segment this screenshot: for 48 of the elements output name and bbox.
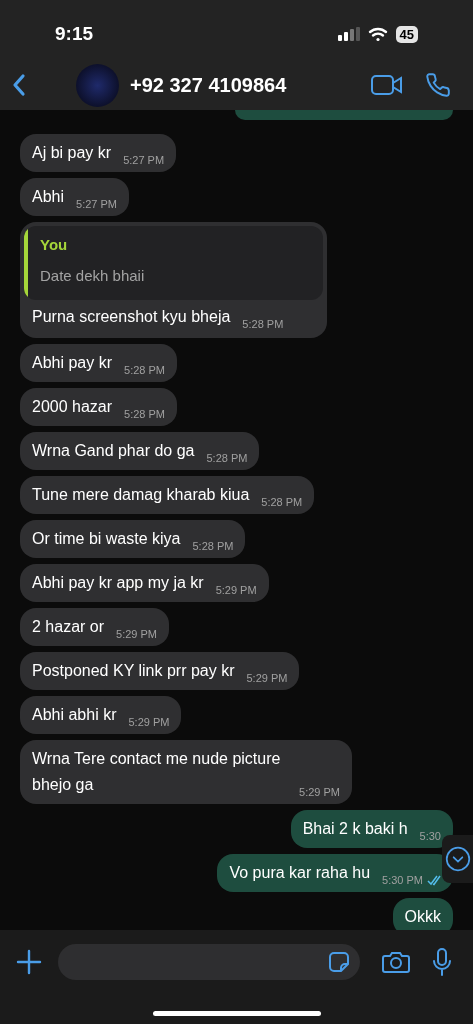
message-time: 5:29 PM (246, 670, 288, 686)
message-time: 5:28 PM (206, 450, 248, 466)
sticker-icon[interactable] (328, 951, 350, 973)
battery-level: 45 (395, 25, 418, 43)
camera-icon[interactable] (382, 950, 410, 974)
message-text: Abhi pay kr app my ja kr (32, 573, 204, 593)
message-time: 5:28 PM (261, 494, 303, 510)
message-time: 5:30 (419, 828, 441, 844)
plus-icon[interactable] (16, 949, 42, 975)
message-time: 5:28 PM (124, 362, 165, 378)
microphone-icon[interactable] (432, 948, 452, 976)
phone-icon[interactable] (425, 72, 451, 98)
message-text: Postponed KY link prr pay kr (32, 661, 235, 681)
contact-name[interactable]: +92 327 4109864 (130, 70, 287, 100)
message-time: 5:27 PM (123, 152, 165, 168)
message-time: 5:29 PM (299, 784, 340, 800)
quote-text: Date dekh bhaii (40, 265, 145, 286)
message-time: 5:28 PM (192, 538, 234, 554)
signal-icon (337, 27, 360, 41)
message-time: 5:28 PM (124, 406, 166, 422)
message-text: 2000 hazar (32, 397, 113, 417)
message-time: 5:28 PM (242, 316, 284, 332)
message-text: Okkk (404, 907, 441, 927)
message-time: 5:29 PM (215, 582, 257, 598)
message-text: Bhai 2 k baki h (302, 819, 408, 839)
message-text: Abhi (32, 187, 65, 207)
message-text: Wrna Gand phar do ga (32, 441, 195, 461)
message-text: Vo pura kar raha hu (229, 863, 371, 883)
video-call-icon[interactable] (371, 74, 403, 96)
message-time: 5:29 PM (128, 714, 170, 730)
wifi-icon (367, 26, 388, 42)
message-time: 5:30 PM (382, 872, 423, 888)
message-text: Aj bi pay kr (32, 143, 112, 163)
message-text: Or time bi waste kiya (32, 529, 181, 549)
scroll-down-button[interactable] (442, 835, 473, 883)
quote-author: You (40, 235, 69, 255)
message-text: Wrna Tere contact me nude picture bhejo ga (32, 749, 282, 795)
chevron-down-icon (444, 846, 471, 872)
message-text: 2 hazar or (32, 617, 105, 637)
message-time: 5:27 PM (76, 196, 117, 212)
message-text: Abhi pay kr (32, 353, 113, 373)
quoted-message[interactable]: You Date dekh bhaii (24, 226, 323, 300)
message-time: 5:29 PM (116, 626, 157, 642)
message-text: Purna screenshot kyu bheja (32, 307, 231, 327)
status-time: 9:15 (55, 21, 94, 46)
message-text: Tune mere damag kharab kiua (32, 485, 250, 505)
message-input[interactable] (58, 944, 360, 980)
message-text: Abhi abhi kr (32, 705, 117, 725)
